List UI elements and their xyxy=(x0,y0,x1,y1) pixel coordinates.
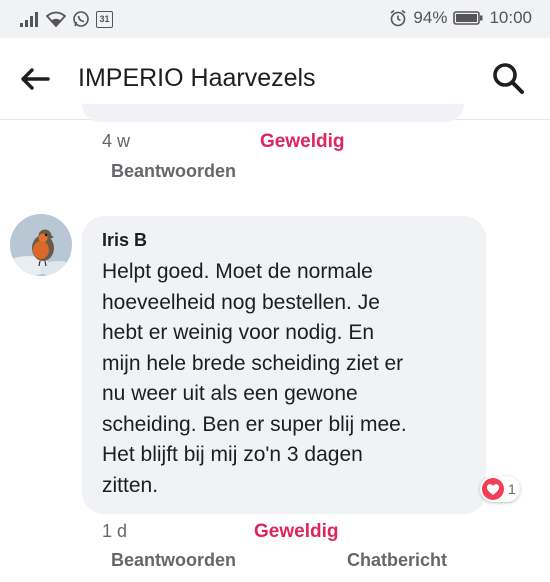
comment-time: 1 d xyxy=(102,521,128,541)
previous-comment-bubble xyxy=(82,104,464,122)
comment-line: scheiding. Ben er super blij mee. xyxy=(102,412,407,436)
battery-icon xyxy=(453,11,483,25)
wifi-icon xyxy=(46,11,66,27)
comment-line: Helpt goed. Moet de normale xyxy=(102,260,373,283)
comment-line: Het blijft bij mij zo'n 3 dagen xyxy=(102,443,363,466)
reaction-badge[interactable]: 1 xyxy=(480,476,520,502)
comment-text: Helpt goed. Moet de normale hoeveelheid … xyxy=(102,257,470,501)
comment-bubble: Iris B Helpt goed. Moet de normale hoeve… xyxy=(82,216,486,514)
clock: 10:00 xyxy=(489,8,532,27)
whatsapp-icon xyxy=(73,11,89,27)
reaction-count: 1 xyxy=(508,481,516,497)
calendar-day: 31 xyxy=(99,14,110,24)
status-left-icons: 31 xyxy=(20,10,113,28)
status-right: 94% 10:00 xyxy=(389,8,532,28)
calendar-icon: 31 xyxy=(96,10,113,28)
battery-percent: 94% xyxy=(413,8,448,27)
signal-icon xyxy=(20,12,38,27)
alarm-icon xyxy=(390,9,406,27)
comment-author[interactable]: Iris B xyxy=(102,230,470,251)
heart-icon xyxy=(482,478,504,500)
comment-line: zitten. xyxy=(102,473,159,497)
avatar[interactable] xyxy=(10,214,72,276)
comment-line: mijn hele brede scheiding ziet er xyxy=(102,351,404,375)
previous-comment-time: 4 w xyxy=(102,131,131,151)
comment-line: nu weer uit als een gewone xyxy=(102,382,358,405)
comment-line: hoeveelheid nog bestellen. Je xyxy=(102,290,380,314)
previous-react-link[interactable]: Geweldig xyxy=(260,131,344,153)
page-title: IMPERIO Haarvezels xyxy=(78,64,316,92)
comment-line: hebt er weinig voor nodig. En xyxy=(102,321,375,344)
message-link[interactable]: Chatbericht xyxy=(347,550,447,571)
status-bar: 31 94% 10:00 xyxy=(0,0,550,38)
react-link[interactable]: Geweldig xyxy=(254,521,338,543)
back-arrow-icon[interactable] xyxy=(18,62,52,96)
previous-reply-link[interactable]: Beantwoorden xyxy=(111,161,236,182)
avatar-robin xyxy=(10,214,72,276)
reply-link[interactable]: Beantwoorden xyxy=(111,550,236,571)
search-icon[interactable] xyxy=(490,60,526,96)
